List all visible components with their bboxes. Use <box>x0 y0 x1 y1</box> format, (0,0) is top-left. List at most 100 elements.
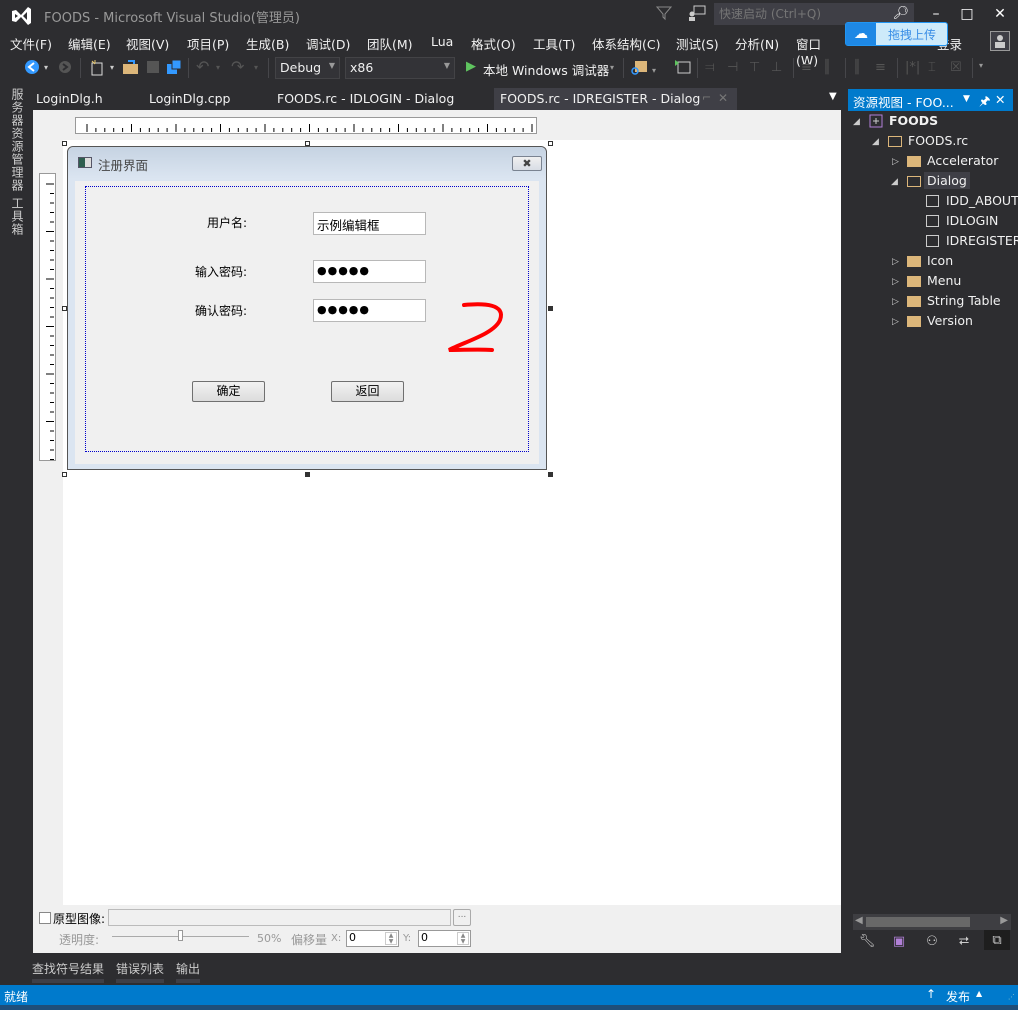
menu-view[interactable]: 视图(V) <box>126 34 169 53</box>
tree-idregister[interactable]: IDREGISTER <box>946 233 1018 248</box>
search-icon[interactable]: 🔎︎ <box>892 6 909 21</box>
center-vertical-icon[interactable]: ≡ <box>801 60 812 76</box>
publish-button[interactable]: 发布 <box>946 988 970 1005</box>
scroll-left-icon[interactable]: ◀ <box>855 915 863 926</box>
redo-icon[interactable]: ↷ <box>231 57 244 76</box>
pin-icon[interactable]: 🖈︎ <box>979 92 991 113</box>
offset-x-spinner[interactable]: ▲ ▼ <box>385 932 397 945</box>
new-dropdown-icon[interactable]: ▾ <box>110 63 114 79</box>
close-panel-icon[interactable]: ✕ <box>995 92 1005 107</box>
opacity-slider-thumb[interactable] <box>177 930 183 941</box>
toolbox-tab[interactable]: 工具箱 <box>9 197 26 236</box>
undo-icon[interactable]: ↶ <box>196 57 209 76</box>
menu-file[interactable]: 文件(F) <box>10 34 52 53</box>
tab-error-list[interactable]: 错误列表 <box>116 960 164 977</box>
tab-idlogin-dialog[interactable]: FOODS.rc - IDLOGIN - Dialog <box>271 88 460 110</box>
resize-handle[interactable] <box>548 306 553 311</box>
menu-team[interactable]: 团队(M) <box>367 34 413 53</box>
class-view-icon[interactable]: ⮂ <box>954 934 974 950</box>
menu-tools[interactable]: 工具(T) <box>533 34 575 53</box>
offset-y-input[interactable]: 0 ▲ ▼ <box>418 930 471 947</box>
back-dropdown-icon[interactable]: ▾ <box>44 63 48 79</box>
center-horizontal-icon[interactable]: ║ <box>823 60 831 76</box>
make-same-height-icon[interactable]: ⌶ <box>928 60 936 76</box>
play-icon[interactable]: ▶ <box>466 59 476 75</box>
maximize-button[interactable]: □ <box>953 4 981 24</box>
solution-config-select[interactable]: Debug ▼ <box>275 57 340 79</box>
prototype-path-field[interactable] <box>108 909 451 926</box>
expanded-arrow-icon[interactable]: ◢ <box>891 177 898 187</box>
align-rights-icon[interactable]: ⊣ <box>727 60 738 76</box>
expanded-arrow-icon[interactable]: ◢ <box>853 117 860 127</box>
vertical-ruler[interactable] <box>39 173 56 461</box>
resize-handle[interactable] <box>62 141 67 146</box>
tab-find-symbol-results[interactable]: 查找符号结果 <box>32 960 104 977</box>
minimize-button[interactable]: – <box>922 4 950 24</box>
tree-rc-file[interactable]: FOODS.rc <box>908 133 968 148</box>
run-dropdown-icon[interactable]: ▾ <box>610 63 614 79</box>
username-field[interactable]: 示例编辑框 <box>313 212 426 235</box>
menu-lua[interactable]: Lua <box>431 34 453 49</box>
undo-dropdown-icon[interactable]: ▾ <box>216 63 220 79</box>
new-project-icon[interactable] <box>89 58 105 76</box>
password-field[interactable]: ●●●●● <box>313 260 426 283</box>
offset-y-spinner[interactable]: ▲ ▼ <box>457 932 469 945</box>
find-dropdown-icon[interactable]: ▾ <box>652 66 656 82</box>
solution-explorer-icon[interactable]: ▣ <box>889 934 909 950</box>
publish-menu-icon[interactable]: ▲ <box>976 989 982 998</box>
collapsed-arrow-icon[interactable]: ▷ <box>892 297 899 307</box>
save-icon[interactable] <box>146 60 160 74</box>
find-in-files-icon[interactable] <box>630 59 648 76</box>
properties-wrench-icon[interactable]: 🔧︎ <box>857 934 877 950</box>
make-same-size-icon[interactable]: ☒ <box>950 60 962 76</box>
offset-x-input[interactable]: 0 ▲ ▼ <box>346 930 399 947</box>
tab-idregister-dialog[interactable]: FOODS.rc - IDREGISTER - Dialog ⌐ ✕ <box>494 88 737 110</box>
collapsed-arrow-icon[interactable]: ▷ <box>892 157 899 167</box>
horizontal-ruler[interactable] <box>75 117 537 134</box>
server-explorer-tab[interactable]: 服务器资源管理器 <box>9 88 26 192</box>
menu-build[interactable]: 生成(B) <box>246 34 289 53</box>
tree-string-table[interactable]: String Table <box>927 293 1001 308</box>
make-same-width-icon[interactable]: |*| <box>905 60 920 76</box>
scrollbar-thumb[interactable] <box>866 917 970 927</box>
forward-icon[interactable] <box>58 60 72 74</box>
scroll-right-icon[interactable]: ▶ <box>1000 915 1008 926</box>
menu-test[interactable]: 测试(S) <box>676 34 719 53</box>
back-button[interactable]: 返回 <box>331 381 404 402</box>
ok-button[interactable]: 确定 <box>192 381 265 402</box>
notification-filter-icon[interactable] <box>656 5 672 21</box>
baidu-upload-badge[interactable]: ☁ 拖拽上传 <box>845 22 948 46</box>
expanded-arrow-icon[interactable]: ◢ <box>872 137 879 147</box>
team-explorer-icon[interactable]: ⚇ <box>922 934 942 950</box>
resize-handle[interactable] <box>548 141 553 146</box>
tree-dialog[interactable]: Dialog <box>924 172 970 189</box>
tab-logindlg-cpp[interactable]: LoginDlg.cpp <box>143 88 236 110</box>
close-tab-icon[interactable]: ✕ <box>718 91 728 105</box>
tree-accelerator[interactable]: Accelerator <box>927 153 998 168</box>
platform-select[interactable]: x86 ▼ <box>345 57 455 79</box>
menu-debug[interactable]: 调试(D) <box>306 34 350 53</box>
toolbar-overflow-icon[interactable]: ▾ <box>979 61 983 77</box>
space-across-icon[interactable]: ║ <box>853 60 861 76</box>
back-icon[interactable] <box>24 59 40 75</box>
confirm-password-field[interactable]: ●●●●● <box>313 299 426 322</box>
start-debugger-button[interactable]: 本地 Windows 调试器 <box>483 60 609 78</box>
resource-view-tab-icon[interactable]: ⧉ <box>984 930 1010 950</box>
panel-menu-icon[interactable]: ▼ <box>963 94 970 104</box>
prototype-checkbox[interactable] <box>39 912 51 924</box>
dialog-close-button[interactable]: ✖ <box>512 156 542 171</box>
menu-edit[interactable]: 编辑(E) <box>68 34 111 53</box>
collapsed-arrow-icon[interactable]: ▷ <box>892 277 899 287</box>
tree-version[interactable]: Version <box>927 313 973 328</box>
account-icon[interactable] <box>990 31 1010 51</box>
tree-idd-aboutbox[interactable]: IDD_ABOUTBOX <box>946 193 1018 208</box>
menu-project[interactable]: 项目(P) <box>187 34 229 53</box>
tree-root-foods[interactable]: FOODS <box>889 113 938 128</box>
quick-launch-input[interactable] <box>715 4 885 24</box>
tab-logindlg-h[interactable]: LoginDlg.h <box>30 88 109 110</box>
redo-dropdown-icon[interactable]: ▾ <box>254 63 258 79</box>
tree-icon[interactable]: Icon <box>927 253 953 268</box>
resize-handle[interactable] <box>305 472 310 477</box>
save-all-icon[interactable] <box>166 59 182 75</box>
tab-output[interactable]: 输出 <box>176 960 200 977</box>
